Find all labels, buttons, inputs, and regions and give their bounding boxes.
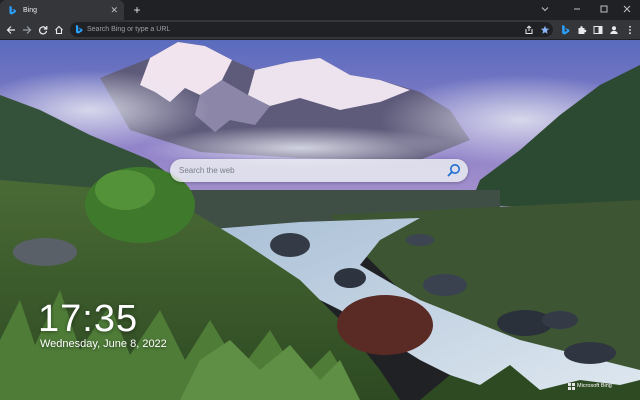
share-icon[interactable]	[521, 22, 536, 37]
bing-icon[interactable]	[558, 22, 573, 37]
chevron-down-icon[interactable]	[532, 0, 558, 20]
plus-icon[interactable]: +	[130, 3, 144, 17]
search-icon[interactable]	[447, 163, 461, 177]
browser-toolbar: Search Bing or type a URL	[0, 20, 640, 40]
home-icon[interactable]	[51, 22, 66, 37]
reload-icon[interactable]	[35, 22, 50, 37]
brand-label: Microsoft Bing	[577, 383, 612, 389]
extensions-puzzle-icon[interactable]	[574, 22, 589, 37]
search-box[interactable]: Search the web	[170, 159, 468, 182]
search-input[interactable]: Search the web	[179, 159, 235, 182]
clock-date: Wednesday, June 8, 2022	[40, 338, 167, 350]
tab-close-icon[interactable]: ✕	[110, 5, 118, 15]
profile-icon[interactable]	[606, 22, 621, 37]
minimize-icon[interactable]	[564, 0, 590, 20]
bookmark-star-icon[interactable]	[537, 22, 552, 37]
bing-search-icon	[76, 25, 83, 34]
tab-title: Bing	[23, 6, 38, 14]
back-arrow-icon[interactable]	[3, 22, 18, 37]
side-panel-icon[interactable]	[590, 22, 605, 37]
new-tab-page: Search the web 17:35 Wednesday, June 8, …	[0, 40, 640, 400]
address-bar[interactable]: Search Bing or type a URL	[70, 22, 553, 37]
bing-icon	[9, 5, 16, 15]
microsoft-bing-logo[interactable]: Microsoft Bing	[568, 383, 612, 390]
clock-time: 17:35	[38, 298, 139, 340]
address-bar-placeholder: Search Bing or type a URL	[87, 26, 171, 33]
tab-strip: Bing ✕ +	[0, 0, 640, 20]
microsoft-logo-icon	[568, 383, 575, 390]
forward-arrow-icon[interactable]	[19, 22, 34, 37]
browser-tab[interactable]: Bing ✕	[0, 0, 124, 20]
close-icon[interactable]	[614, 0, 640, 20]
more-menu-icon[interactable]	[622, 22, 637, 37]
